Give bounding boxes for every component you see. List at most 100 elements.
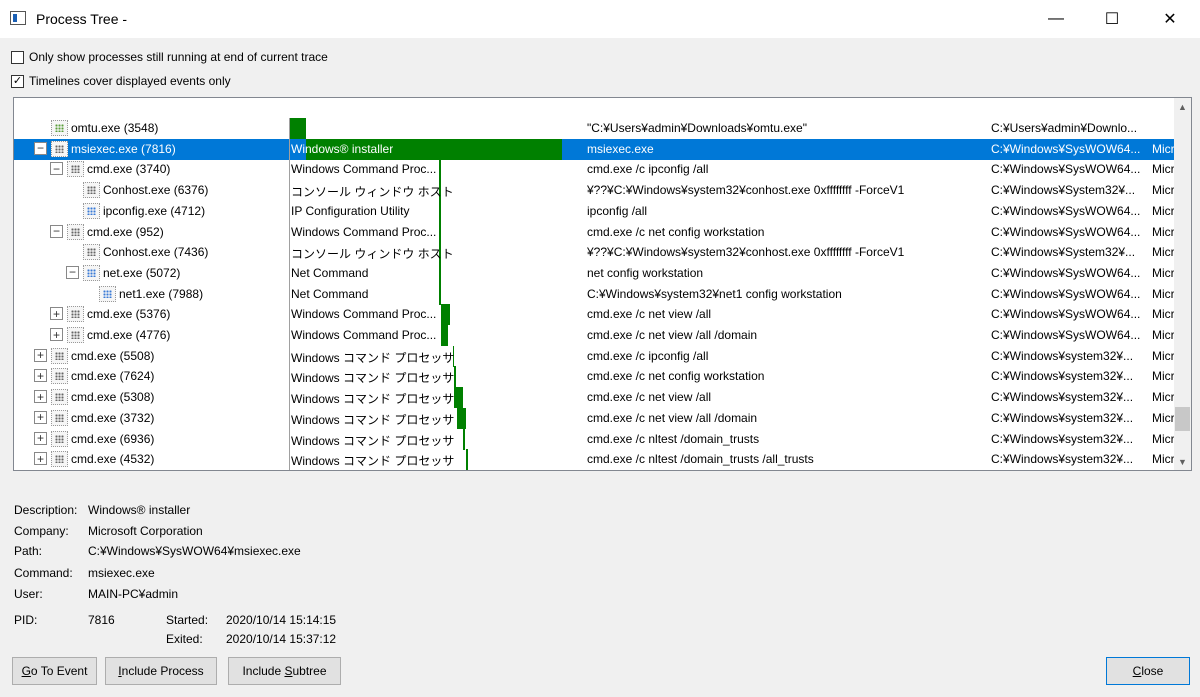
process-icon [83, 182, 100, 199]
process-icon [99, 285, 116, 302]
process-command: cmd.exe /c net config workstation [587, 224, 765, 239]
process-name: cmd.exe (4776) [87, 328, 171, 342]
tree-row[interactable]: + cmd.exe (4776) Windows Command Proc... cm… [14, 325, 1175, 346]
collapse-icon[interactable]: − [50, 162, 63, 176]
process-icon [67, 327, 84, 343]
process-command: cmd.exe /c net view /all [587, 390, 712, 405]
process-name: cmd.exe (5308) [71, 390, 155, 405]
process-command: cmd.exe /c net view /all /domain [587, 328, 758, 342]
process-description: Net Command [291, 265, 369, 280]
process-company: Micro [1152, 348, 1175, 363]
include-subtree-button[interactable]: Include Subtree [228, 657, 341, 685]
tree-row[interactable]: + cmd.exe (5308) Windows コマンド プロセッサ cmd.exe… [14, 387, 1175, 409]
timeline-bar [289, 118, 306, 139]
process-description: Windows コマンド プロセッサ [291, 350, 455, 365]
process-path: C:¥Users¥admin¥Downlo... [991, 121, 1138, 135]
go-to-event-button[interactable]: Go To Event [12, 657, 97, 685]
close-window-button[interactable]: ✕ [1147, 0, 1193, 38]
scroll-down-icon: ▼ [1178, 456, 1187, 467]
process-name: msiexec.exe (7816) [71, 141, 176, 156]
timelines-option[interactable]: ✓ Timelines cover displayed events only [11, 72, 231, 90]
timeline-bar [439, 200, 441, 222]
maximize-button[interactable]: ☐ [1089, 0, 1135, 38]
collapse-icon[interactable]: − [50, 224, 63, 238]
process-path: C:¥Windows¥SysWOW64... [991, 141, 1141, 156]
expand-icon[interactable]: + [34, 431, 47, 445]
app-icon [10, 11, 26, 25]
expand-icon[interactable]: + [34, 410, 47, 424]
tree-row[interactable]: − msiexec.exe (7816) Windows® installer msi… [14, 138, 1175, 160]
tree-row[interactable]: omtu.exe (3548) "C:¥Users¥admin¥Downloads… [14, 118, 1175, 139]
timeline-bar [439, 262, 441, 284]
process-description: Windows Command Proc... [291, 328, 437, 342]
process-icon [51, 140, 68, 157]
process-description: Net Command [291, 286, 369, 301]
process-icon [83, 202, 100, 219]
process-company: Micro [1152, 183, 1175, 198]
tree-row[interactable]: + cmd.exe (5508) Windows コマンド プロセッサ cmd.exe… [14, 345, 1175, 367]
process-command: cmd.exe /c ipconfig /all [587, 348, 709, 363]
timeline-bar [463, 428, 465, 450]
process-company: Micro [1152, 390, 1175, 405]
tree-row[interactable]: − cmd.exe (3740) Windows Command Proc... cm… [14, 159, 1175, 181]
tree-row[interactable]: + cmd.exe (6936) Windows コマンド プロセッサ cmd.exe… [14, 428, 1175, 450]
tree-row[interactable]: ipconfig.exe (4712) IP Configuration Util… [14, 200, 1175, 222]
scroll-up-arrow[interactable]: ▲ [1174, 98, 1191, 115]
process-company: Micro [1152, 141, 1175, 156]
expand-icon[interactable]: + [50, 328, 63, 341]
tree-row[interactable]: − cmd.exe (952) Windows Command Proc... cmd… [14, 221, 1175, 243]
process-name: net1.exe (7988) [119, 286, 204, 301]
exited-label: Exited: [166, 632, 203, 646]
only-running-checkbox[interactable] [11, 50, 24, 64]
tree-row[interactable]: Conhost.exe (6376) コンソール ウィンドウ ホスト ¥??¥C:¥… [14, 180, 1175, 202]
timelines-checkbox[interactable]: ✓ [11, 74, 24, 88]
only-running-option[interactable]: Only show processes still running at end… [11, 48, 328, 66]
scroll-down-arrow[interactable]: ▼ [1174, 453, 1191, 470]
timeline-bar [440, 325, 448, 346]
process-path: C:¥Windows¥SysWOW64... [991, 162, 1141, 177]
description-label: Description: [14, 503, 78, 517]
collapse-icon[interactable]: − [66, 265, 79, 279]
tree-row[interactable]: Conhost.exe (7436) コンソール ウィンドウ ホスト ¥??¥C:¥… [14, 242, 1175, 264]
maximize-icon: ☐ [1104, 11, 1120, 28]
tree-row[interactable]: + cmd.exe (5376) Windows Command Proc... cm… [14, 304, 1175, 326]
include-process-button[interactable]: Include Process [105, 657, 217, 685]
process-name: net.exe (5072) [103, 265, 181, 280]
expand-icon[interactable]: + [34, 390, 47, 404]
process-icon [51, 368, 68, 385]
timeline-bar [466, 449, 468, 470]
process-company: Micro [1152, 265, 1175, 280]
process-name: ipconfig.exe (4712) [103, 203, 206, 218]
process-name: cmd.exe (5508) [71, 348, 155, 363]
expand-icon[interactable]: + [34, 348, 47, 362]
process-path: C:¥Windows¥SysWOW64... [991, 328, 1141, 342]
process-tree[interactable]: omtu.exe (3548) "C:¥Users¥admin¥Downloads… [13, 97, 1192, 471]
vertical-scrollbar[interactable]: ▲ ▼ [1174, 98, 1191, 470]
tree-row[interactable]: net1.exe (7988) Net Command C:¥Windows¥sys… [14, 283, 1175, 305]
tree-row[interactable]: + cmd.exe (4532) Windows コマンド プロセッサ cmd.exe… [14, 449, 1175, 470]
close-button[interactable]: Close [1106, 657, 1190, 685]
process-command: C:¥Windows¥system32¥net1 config workstat… [587, 286, 842, 301]
minimize-button[interactable]: — [1033, 0, 1079, 38]
started-label: Started: [166, 613, 209, 627]
tree-rows: omtu.exe (3548) "C:¥Users¥admin¥Downloads… [14, 118, 1175, 470]
command-label: Command: [14, 566, 73, 580]
expand-icon[interactable]: + [50, 307, 63, 321]
process-icon [51, 409, 68, 426]
expand-icon[interactable]: + [34, 369, 47, 383]
company-label: Company: [14, 524, 69, 538]
collapse-icon[interactable]: − [34, 141, 47, 155]
expand-icon[interactable]: + [34, 452, 47, 466]
close-mnemonic: C [1132, 664, 1142, 678]
process-icon [51, 389, 68, 406]
description-value: Windows® installer [88, 503, 191, 517]
tree-row[interactable]: − net.exe (5072) Net Command net config wor… [14, 262, 1175, 284]
scroll-thumb[interactable] [1175, 407, 1190, 432]
tree-row[interactable]: + cmd.exe (7624) Windows コマンド プロセッサ cmd.exe… [14, 366, 1175, 388]
tree-row[interactable]: + cmd.exe (3732) Windows コマンド プロセッサ cmd.exe… [14, 407, 1175, 429]
process-command: msiexec.exe [587, 141, 654, 156]
process-path: C:¥Windows¥system32¥... [991, 390, 1134, 405]
path-value: C:¥Windows¥SysWOW64¥msiexec.exe [88, 544, 301, 558]
minimize-icon: — [1048, 10, 1064, 27]
process-company: Micro [1152, 328, 1175, 342]
